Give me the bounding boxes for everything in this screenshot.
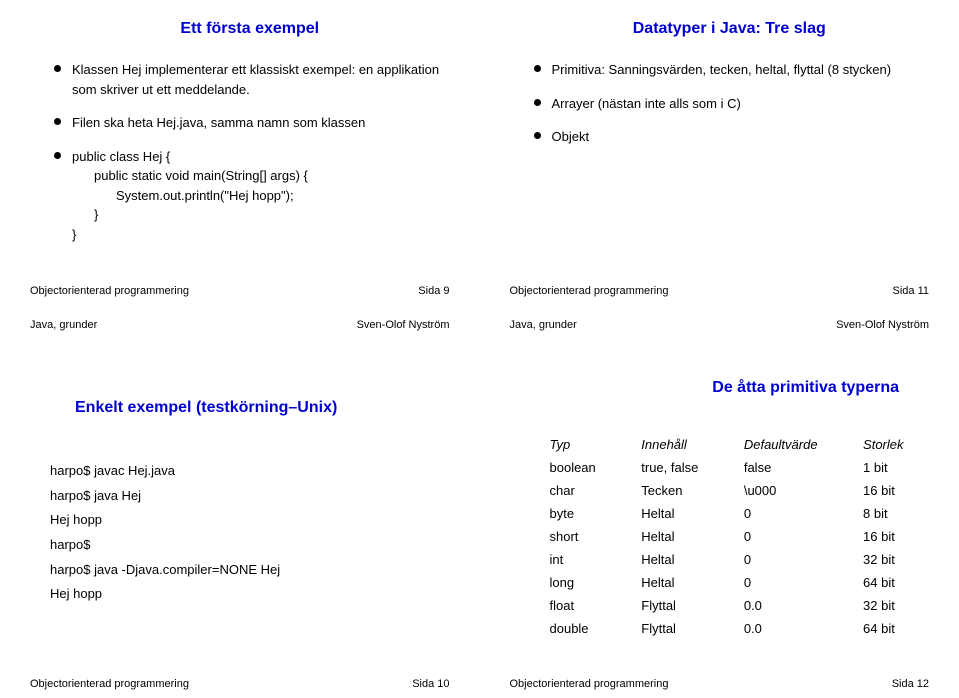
terminal-line: harpo$ java -Djava.compiler=NONE Hej <box>50 558 450 583</box>
slide-midline: Objectorienterad programmering Sida 9 <box>30 285 450 297</box>
table-cell: Flyttal <box>641 621 724 636</box>
code-line: System.out.println("Hej hopp"); <box>116 186 450 206</box>
table-cell: 0.0 <box>744 598 843 613</box>
footer-page: Sida 11 <box>893 285 930 297</box>
bullet-item: Arrayer (nästan inte alls som i C) <box>530 94 930 114</box>
table-cell: 32 bit <box>863 598 929 613</box>
table-cell: 0 <box>744 575 843 590</box>
table-header: Defaultvärde <box>744 437 843 452</box>
table-cell: boolean <box>550 460 622 475</box>
table-cell: 0.0 <box>744 621 843 636</box>
table-cell: 64 bit <box>863 621 929 636</box>
table-cell: 0 <box>744 529 843 544</box>
slide-heading: Datatyper i Java: Tre slag <box>530 20 930 38</box>
footer-author: Sven-Olof Nyström <box>357 319 450 331</box>
footer-course: Objectorienterad programmering <box>510 285 669 297</box>
table-cell: 0 <box>744 506 843 521</box>
bullet-item: public class Hej { public static void ma… <box>50 147 450 245</box>
slide-11: Datatyper i Java: Tre slag Primitiva: Sa… <box>480 0 959 349</box>
footer-page: Sida 12 <box>892 678 929 690</box>
terminal-line: Hej hopp <box>50 582 450 607</box>
footer-course: Objectorienterad programmering <box>30 678 189 690</box>
table-cell: Tecken <box>641 483 724 498</box>
slide-footer: Objectorienterad programmering Sida 12 <box>510 678 930 690</box>
table-cell: 64 bit <box>863 575 929 590</box>
table-cell: 1 bit <box>863 460 929 475</box>
table-cell: double <box>550 621 622 636</box>
bullet-item: Filen ska heta Hej.java, samma namn som … <box>50 113 450 133</box>
slide-midline: Objectorienterad programmering Sida 11 <box>510 285 930 297</box>
table-cell: long <box>550 575 622 590</box>
footer-topic: Java, grunder <box>30 319 97 331</box>
bullet-list: Primitiva: Sanningsvärden, tecken, helta… <box>530 60 930 161</box>
table-cell: Heltal <box>641 506 724 521</box>
footer-course: Objectorienterad programmering <box>30 285 189 297</box>
table-header: Innehåll <box>641 437 724 452</box>
table-cell: 16 bit <box>863 483 929 498</box>
slide-heading: Ett första exempel <box>50 20 450 38</box>
table-header: Typ <box>550 437 622 452</box>
table-cell: int <box>550 552 622 567</box>
bullet-list: Klassen Hej implementerar ett klassiskt … <box>50 60 450 258</box>
table-cell: float <box>550 598 622 613</box>
table-cell: 16 bit <box>863 529 929 544</box>
terminal-line: harpo$ javac Hej.java <box>50 459 450 484</box>
table-cell: true, false <box>641 460 724 475</box>
table-cell: char <box>550 483 622 498</box>
table-cell: byte <box>550 506 622 521</box>
footer-page: Sida 10 <box>412 678 449 690</box>
types-table: Typ Innehåll Defaultvärde Storlek boolea… <box>550 437 930 636</box>
table-cell: Heltal <box>641 529 724 544</box>
table-cell: false <box>744 460 843 475</box>
table-cell: 8 bit <box>863 506 929 521</box>
slide-footer: Java, grunder Sven-Olof Nyström <box>30 319 450 331</box>
bullet-item: Primitiva: Sanningsvärden, tecken, helta… <box>530 60 930 80</box>
bullet-item: Objekt <box>530 127 930 147</box>
code-line: } <box>94 205 450 225</box>
slide-10: Enkelt exempel (testkörning–Unix) harpo$… <box>0 349 480 698</box>
table-cell: \u000 <box>744 483 843 498</box>
table-cell: 32 bit <box>863 552 929 567</box>
slide-12: De åtta primitiva typerna Typ Innehåll D… <box>480 349 959 698</box>
code-line: public static void main(String[] args) { <box>94 166 450 186</box>
slide-heading: Enkelt exempel (testkörning–Unix) <box>50 399 450 417</box>
terminal-output: harpo$ javac Hej.java harpo$ java Hej He… <box>50 459 450 607</box>
slide-9: Ett första exempel Klassen Hej implement… <box>0 0 480 349</box>
table-cell: Heltal <box>641 552 724 567</box>
table-cell: short <box>550 529 622 544</box>
table-header: Storlek <box>863 437 929 452</box>
bullet-item: Klassen Hej implementerar ett klassiskt … <box>50 60 450 99</box>
terminal-line: harpo$ <box>50 533 450 558</box>
footer-page: Sida 9 <box>418 285 449 297</box>
code-line: public class Hej { <box>72 147 450 167</box>
terminal-line: Hej hopp <box>50 508 450 533</box>
table-cell: 0 <box>744 552 843 567</box>
footer-author: Sven-Olof Nyström <box>836 319 929 331</box>
footer-course: Objectorienterad programmering <box>510 678 669 690</box>
slide-footer: Java, grunder Sven-Olof Nyström <box>510 319 930 331</box>
table-cell: Heltal <box>641 575 724 590</box>
slide-footer: Objectorienterad programmering Sida 10 <box>30 678 450 690</box>
code-line: } <box>72 225 450 245</box>
slide-heading: De åtta primitiva typerna <box>530 379 930 397</box>
table-cell: Flyttal <box>641 598 724 613</box>
footer-topic: Java, grunder <box>510 319 577 331</box>
terminal-line: harpo$ java Hej <box>50 484 450 509</box>
